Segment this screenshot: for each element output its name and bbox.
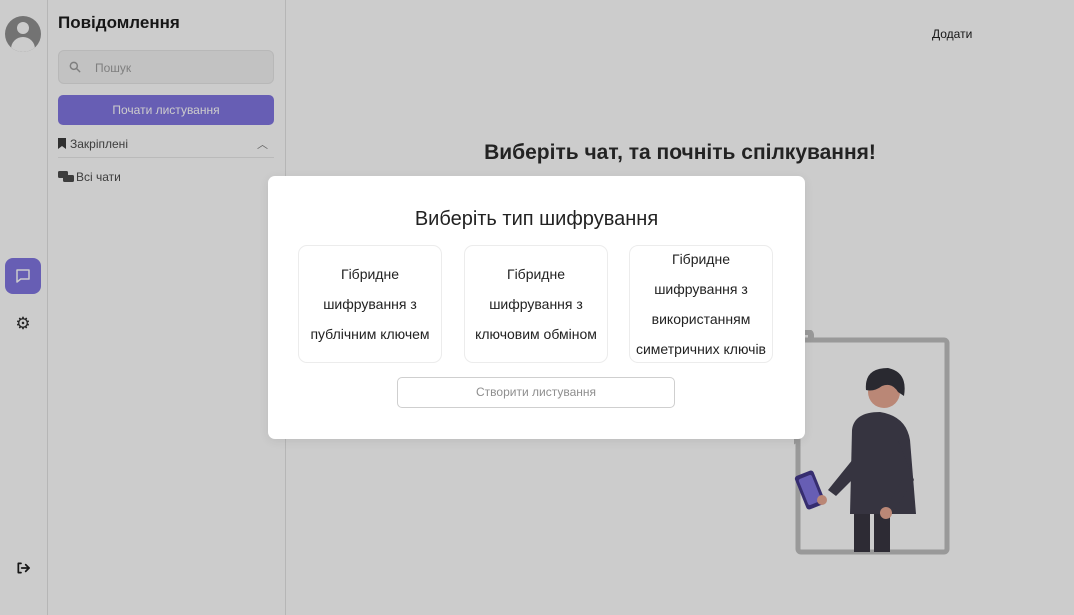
create-chat-button[interactable]: Створити листування <box>397 377 675 408</box>
option-symmetric-keys[interactable]: Гібридне шифрування з використанням симе… <box>629 245 773 363</box>
option-label: Гібридне шифрування з публічним ключем <box>310 266 430 342</box>
option-label: Гібридне шифрування з ключовим обміном <box>475 266 597 342</box>
option-public-key[interactable]: Гібридне шифрування з публічним ключем <box>298 245 442 363</box>
app-window: ⚙ Повідомлення Почати листування Закріпл… <box>0 0 1074 615</box>
option-key-exchange[interactable]: Гібридне шифрування з ключовим обміном <box>464 245 608 363</box>
dialog-title: Виберіть тип шифрування <box>414 208 659 230</box>
option-label: Гібридне шифрування з використанням симе… <box>635 251 766 357</box>
encryption-type-dialog: Виберіть тип шифрування Гібридне шифрува… <box>268 176 805 439</box>
